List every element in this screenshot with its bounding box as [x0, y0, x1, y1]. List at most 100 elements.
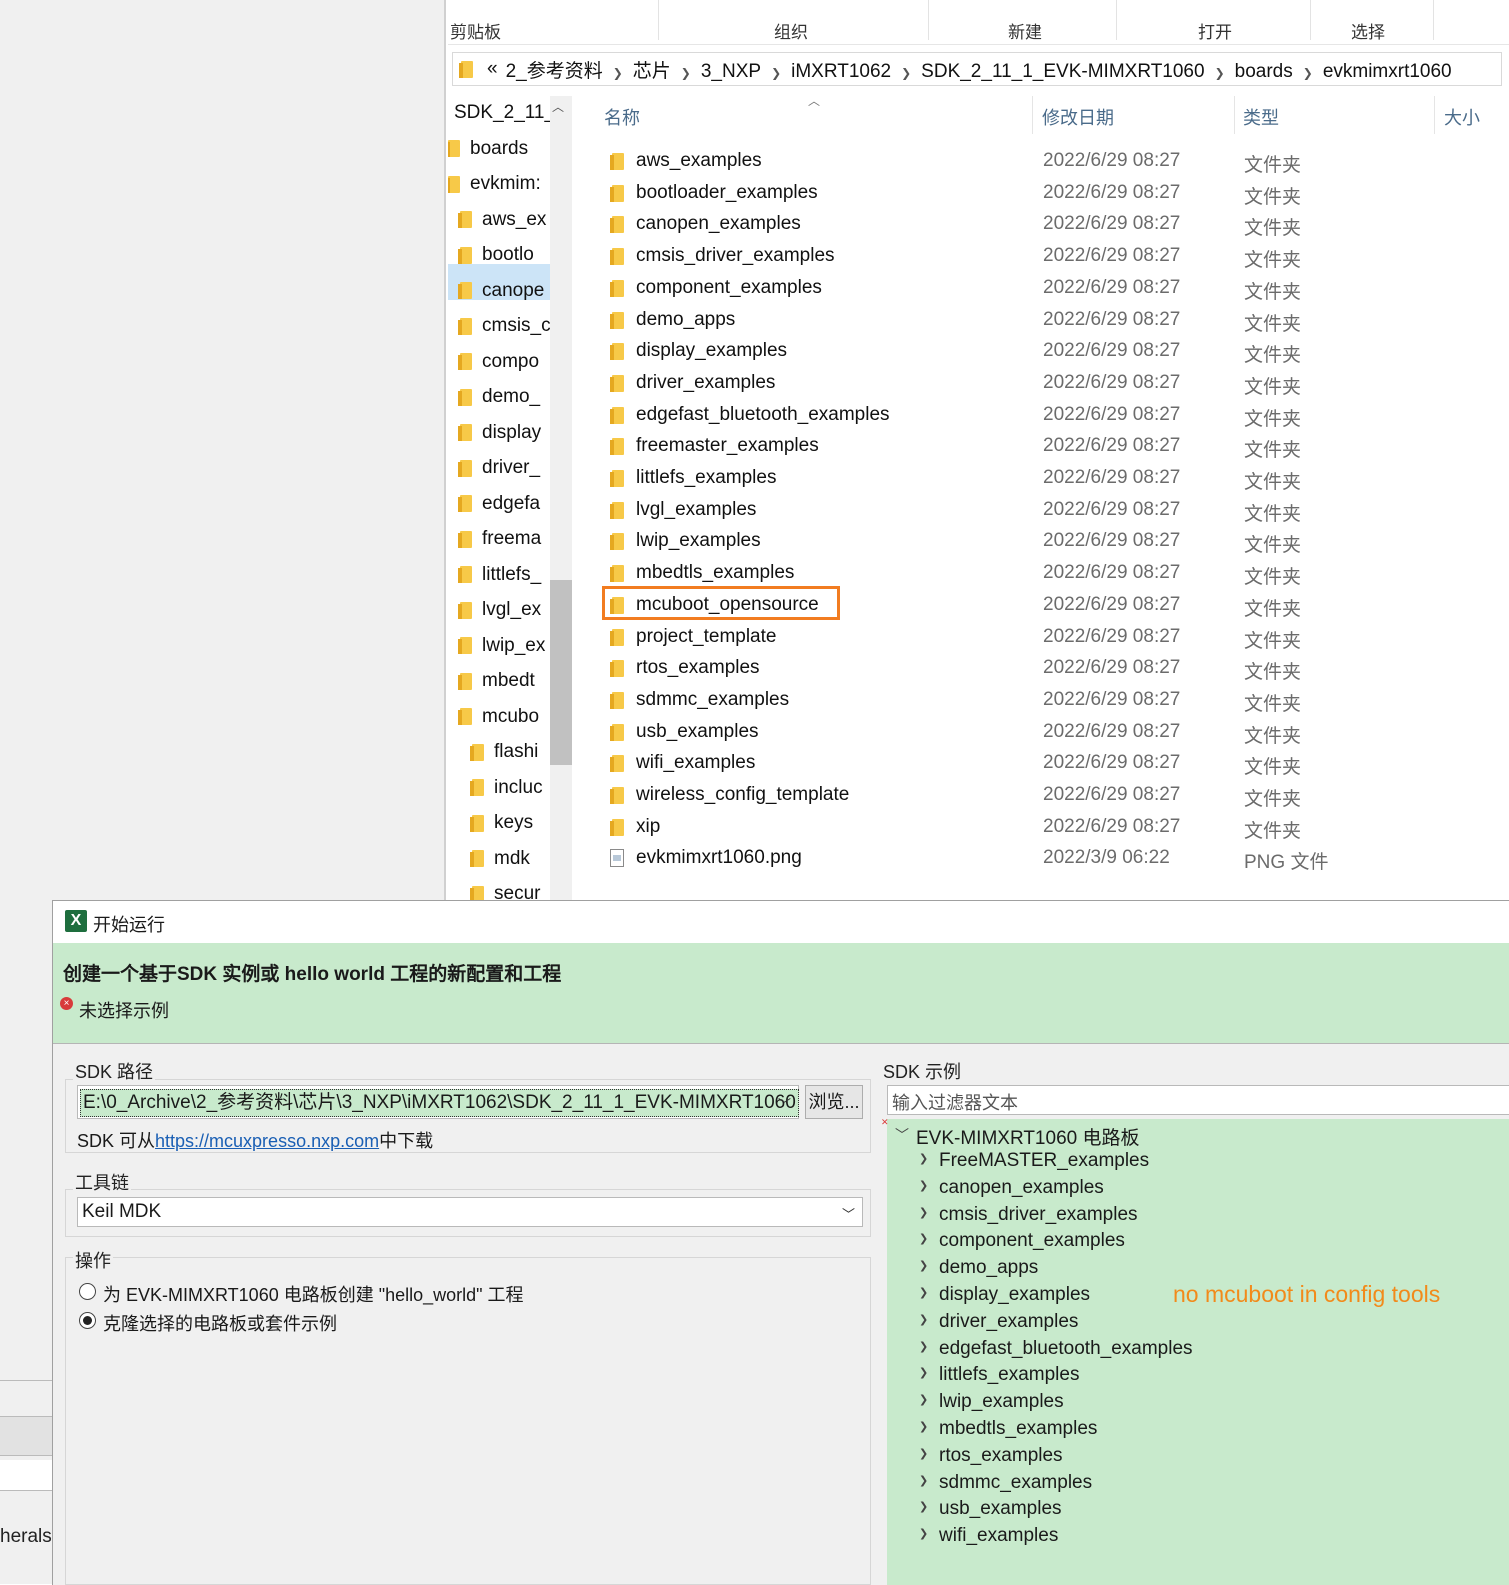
file-row[interactable]: aws_examples 2022/6/29 08:27 文件夹: [606, 146, 1486, 177]
column-header-name[interactable]: 名称: [604, 104, 640, 130]
column-header-type[interactable]: 类型: [1243, 104, 1279, 130]
nav-item[interactable]: driver_: [458, 451, 540, 485]
nav-item[interactable]: flashi: [470, 735, 538, 769]
address-bar[interactable]: « 2_参考资料 ❯ 芯片 ❯ 3_NXP ❯ iMXRT1062 ❯ SDK_2_11_1_E…: [452, 52, 1502, 86]
nav-item[interactable]: demo_: [458, 380, 540, 414]
file-row[interactable]: cmsis_driver_examples 2022/6/29 08:27 文件夹: [606, 241, 1486, 272]
chevron-right-icon[interactable]: ❯: [919, 1286, 928, 1299]
nav-item[interactable]: display: [458, 416, 541, 450]
nav-item[interactable]: evkmim:: [448, 167, 541, 201]
nav-item[interactable]: cmsis_c: [458, 309, 551, 343]
nav-item[interactable]: compo: [458, 345, 539, 379]
radio-clone-label[interactable]: 克隆选择的电路板或套件示例: [103, 1310, 337, 1336]
column-header-size[interactable]: 大小: [1444, 104, 1480, 130]
file-row[interactable]: lvgl_examples 2022/6/29 08:27 文件夹: [606, 495, 1486, 526]
column-separator[interactable]: [1032, 96, 1033, 134]
download-link[interactable]: https://mcuxpresso.nxp.com: [155, 1131, 379, 1151]
ribbon-group-clipboard[interactable]: 剪贴板: [450, 18, 501, 43]
file-row[interactable]: display_examples 2022/6/29 08:27 文件夹: [606, 336, 1486, 367]
tree-item[interactable]: lwip_examples: [939, 1391, 1064, 1413]
chevron-right-icon[interactable]: ❯: [901, 66, 911, 80]
nav-item[interactable]: edgefa: [458, 487, 540, 521]
chevron-right-icon[interactable]: ❯: [919, 1527, 928, 1540]
nav-scrollbar[interactable]: [550, 96, 572, 900]
chevron-right-icon[interactable]: ❯: [919, 1313, 928, 1326]
chevron-right-icon[interactable]: ❯: [1303, 66, 1313, 80]
file-row[interactable]: edgefast_bluetooth_examples 2022/6/29 08:…: [606, 400, 1486, 431]
tree-item[interactable]: component_examples: [939, 1230, 1125, 1252]
tree-item[interactable]: demo_apps: [939, 1257, 1038, 1279]
column-separator[interactable]: [1234, 96, 1235, 134]
file-row[interactable]: driver_examples 2022/6/29 08:27 文件夹: [606, 368, 1486, 399]
nav-item[interactable]: boards: [448, 132, 528, 166]
nav-scrollbar-thumb[interactable]: [550, 580, 572, 765]
tree-item[interactable]: wifi_examples: [939, 1525, 1058, 1547]
tree-item[interactable]: mbedtls_examples: [939, 1418, 1097, 1440]
radio-create-label[interactable]: 为 EVK-MIMXRT1060 电路板创建 "hello_world" 工程: [103, 1281, 524, 1307]
file-row[interactable]: component_examples 2022/6/29 08:27 文件夹: [606, 273, 1486, 304]
nav-item[interactable]: SDK_2_11_: [454, 96, 555, 130]
nav-item[interactable]: secur: [470, 877, 540, 900]
tree-item[interactable]: usb_examples: [939, 1498, 1062, 1520]
nav-item[interactable]: mcubo: [458, 700, 539, 734]
chevron-right-icon[interactable]: ❯: [919, 1393, 928, 1406]
file-row[interactable]: usb_examples 2022/6/29 08:27 文件夹: [606, 717, 1486, 748]
nav-item[interactable]: aws_ex: [458, 203, 546, 237]
sdk-path-combobox[interactable]: E:\0_Archive\2_参考资料\芯片\3_NXP\iMXRT1062\S…: [77, 1085, 799, 1119]
nav-item[interactable]: littlefs_: [458, 558, 541, 592]
file-row[interactable]: xip 2022/6/29 08:27 文件夹: [606, 812, 1486, 843]
ribbon-group-open[interactable]: 打开: [1198, 18, 1232, 43]
dialog-titlebar[interactable]: X 开始运行: [53, 901, 1509, 943]
file-row[interactable]: freemaster_examples 2022/6/29 08:27 文件夹: [606, 431, 1486, 462]
chevron-right-icon[interactable]: ❯: [919, 1447, 928, 1460]
column-header-date[interactable]: 修改日期: [1042, 104, 1114, 130]
breadcrumb-segment[interactable]: iMXRT1062: [791, 61, 891, 82]
radio-create-hello-world[interactable]: [79, 1283, 96, 1300]
chevron-right-icon[interactable]: ❯: [919, 1152, 928, 1165]
chevron-right-icon[interactable]: ❯: [919, 1259, 928, 1272]
file-row[interactable]: wireless_config_template 2022/6/29 08:27 文…: [606, 780, 1486, 811]
file-row[interactable]: mbedtls_examples 2022/6/29 08:27 文件夹: [606, 558, 1486, 589]
examples-tree[interactable]: ﹀ EVK-MIMXRT1060 电路板 ❯ FreeMASTER_example…: [887, 1119, 1509, 1585]
tree-item[interactable]: edgefast_bluetooth_examples: [939, 1338, 1193, 1360]
chevron-right-icon[interactable]: ❯: [919, 1366, 928, 1379]
breadcrumb-segment[interactable]: SDK_2_11_1_EVK-MIMXRT1060: [921, 61, 1204, 82]
nav-item[interactable]: bootlo: [458, 238, 534, 272]
breadcrumb-segment[interactable]: boards: [1235, 61, 1293, 82]
nav-item[interactable]: canope: [458, 274, 544, 308]
file-row[interactable]: demo_apps 2022/6/29 08:27 文件夹: [606, 305, 1486, 336]
tree-item[interactable]: FreeMASTER_examples: [939, 1150, 1149, 1172]
file-row[interactable]: rtos_examples 2022/6/29 08:27 文件夹: [606, 653, 1486, 684]
chevron-right-icon[interactable]: ❯: [613, 66, 623, 80]
nav-item[interactable]: lwip_ex: [458, 629, 545, 663]
tree-item[interactable]: cmsis_driver_examples: [939, 1204, 1138, 1226]
chevron-down-icon[interactable]: ﹀: [778, 1094, 791, 1113]
chevron-right-icon[interactable]: ❯: [919, 1340, 928, 1353]
chevron-down-icon[interactable]: ﹀: [895, 1125, 909, 1145]
ribbon-group-new[interactable]: 新建: [1008, 18, 1042, 43]
breadcrumb-segment[interactable]: 2_参考资料: [506, 61, 603, 82]
ribbon-group-organize[interactable]: 组织: [774, 18, 808, 43]
tree-item[interactable]: littlefs_examples: [939, 1364, 1079, 1386]
chevron-right-icon[interactable]: ❯: [919, 1474, 928, 1487]
tree-item[interactable]: display_examples: [939, 1284, 1090, 1306]
chevron-right-icon[interactable]: ❯: [1215, 66, 1225, 80]
chevron-right-icon[interactable]: ❯: [919, 1179, 928, 1192]
nav-item[interactable]: freema: [458, 522, 541, 556]
tree-root-board[interactable]: EVK-MIMXRT1060 电路板: [916, 1123, 1139, 1150]
file-row[interactable]: lwip_examples 2022/6/29 08:27 文件夹: [606, 526, 1486, 557]
filter-input[interactable]: 输入过滤器文本: [887, 1085, 1509, 1115]
tree-item[interactable]: canopen_examples: [939, 1177, 1104, 1199]
nav-item[interactable]: keys: [470, 806, 533, 840]
file-row[interactable]: evkmimxrt1060.png 2022/3/9 06:22 PNG 文件: [606, 843, 1486, 874]
chevron-right-icon[interactable]: ❯: [919, 1500, 928, 1513]
browse-button[interactable]: 浏览...: [805, 1085, 863, 1119]
tree-item[interactable]: sdmmc_examples: [939, 1472, 1092, 1494]
sdk-path-value[interactable]: E:\0_Archive\2_参考资料\芯片\3_NXP\iMXRT1062\S…: [80, 1089, 799, 1117]
breadcrumb-segment[interactable]: 3_NXP: [701, 61, 761, 82]
file-row[interactable]: project_template 2022/6/29 08:27 文件夹: [606, 622, 1486, 653]
scroll-up-icon[interactable]: ︿: [552, 98, 564, 115]
chevron-right-icon[interactable]: ❯: [771, 66, 781, 80]
chevron-right-icon[interactable]: ❯: [681, 66, 691, 80]
chevron-right-icon[interactable]: ❯: [919, 1420, 928, 1433]
